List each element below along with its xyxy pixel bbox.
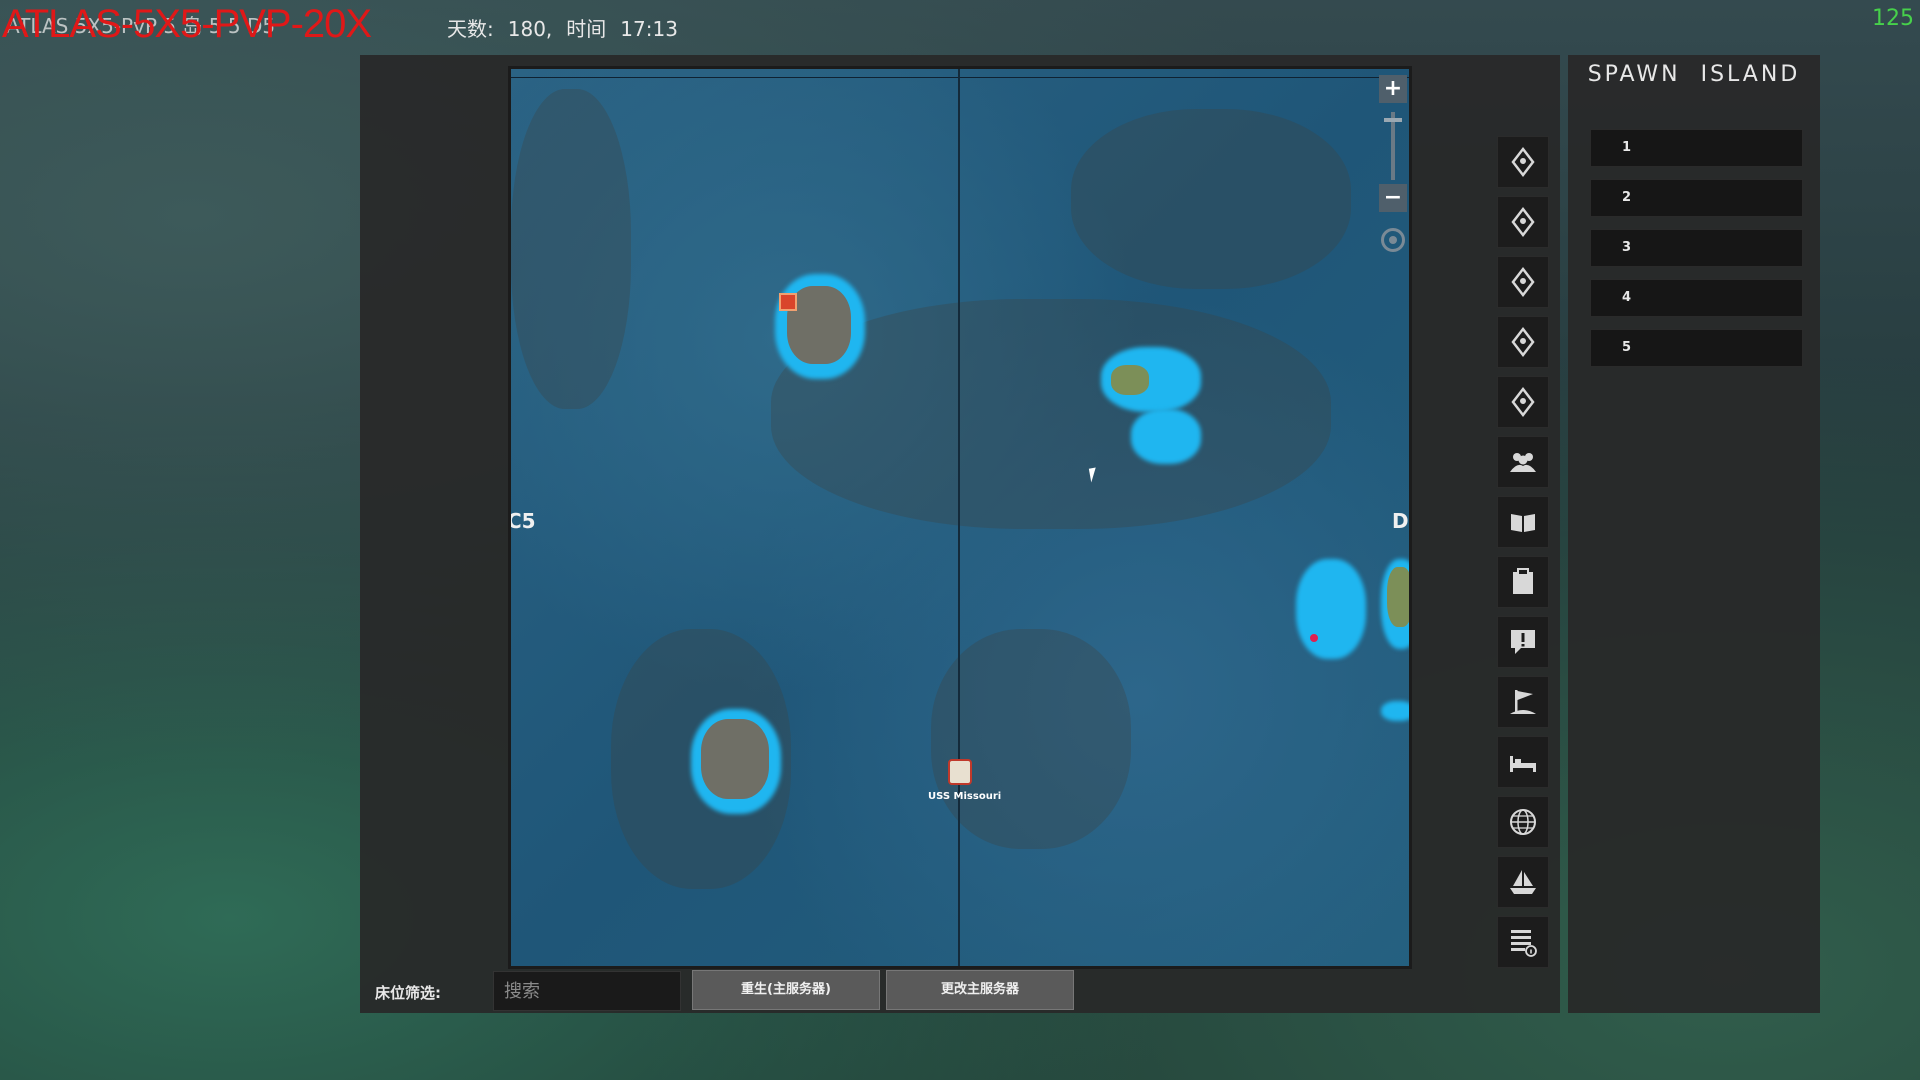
pin-icon	[1511, 326, 1535, 358]
company-button[interactable]	[1497, 436, 1549, 488]
island-land	[701, 719, 769, 799]
map-pin-button-3[interactable]	[1497, 256, 1549, 308]
spawn-island-item-3[interactable]: 3	[1590, 229, 1803, 267]
time-value: 17:13	[620, 17, 678, 41]
island-shallows	[1131, 409, 1201, 464]
grid-divider	[958, 69, 960, 966]
spawn-island-item-5[interactable]: 5	[1590, 329, 1803, 367]
ship-label: USS Missouri	[928, 791, 1002, 802]
island[interactable]	[1381, 559, 1409, 649]
spawn-island-item-1[interactable]: 1	[1590, 129, 1803, 167]
globe-icon	[1510, 809, 1536, 835]
island[interactable]	[1131, 409, 1201, 464]
ship-icon	[1510, 870, 1536, 894]
island[interactable]	[775, 274, 865, 379]
day-value: 180,	[507, 17, 553, 41]
company-icon	[1510, 453, 1536, 472]
alerts-button[interactable]	[1497, 616, 1549, 668]
map-pin-button-4[interactable]	[1497, 316, 1549, 368]
alert-icon	[1511, 630, 1535, 654]
world-button[interactable]	[1497, 796, 1549, 848]
island[interactable]	[1381, 701, 1409, 721]
pin-icon	[1511, 266, 1535, 298]
zoom-slider-handle[interactable]	[1384, 118, 1402, 122]
island-shallows	[1296, 559, 1366, 659]
grid-label-right: D.	[1392, 509, 1409, 533]
tasks-button[interactable]	[1497, 556, 1549, 608]
journal-button[interactable]	[1497, 496, 1549, 548]
seafloor-shadow	[931, 629, 1131, 849]
top-hud: ATLAS 5X5-PvP 5 岛 5 5 D5 ATLAS-5X5-PVP-2…	[0, 0, 1920, 48]
server-name: ATLAS-5X5-PVP-20X	[2, 2, 372, 46]
spawn-island-title: SPAWN ISLAND	[1587, 62, 1801, 87]
claim-flag-button[interactable]	[1497, 676, 1549, 728]
log-icon	[1511, 930, 1537, 957]
log-button[interactable]	[1497, 916, 1549, 968]
bed-marker[interactable]	[779, 293, 797, 311]
zoom-slider[interactable]	[1391, 112, 1395, 180]
zoom-out-button[interactable]: −	[1379, 184, 1407, 212]
change-home-server-button[interactable]: 更改主服务器	[886, 970, 1074, 1010]
pin-icon	[1511, 146, 1535, 178]
bed-filter-label: 床位筛选:	[375, 984, 441, 1002]
journal-icon	[1511, 514, 1535, 532]
time-label: 时间	[566, 17, 607, 41]
spawn-island-item-4[interactable]: 4	[1590, 279, 1803, 317]
island-land	[1387, 567, 1409, 627]
respawn-button[interactable]: 重生(主服务器)	[692, 970, 880, 1010]
fps-counter: 125	[1872, 6, 1914, 31]
map-pin-button-5[interactable]	[1497, 376, 1549, 428]
world-map[interactable]: C5 D. USS Missouri	[508, 66, 1412, 969]
island-shallows	[1381, 701, 1409, 721]
bed-search-input[interactable]	[493, 971, 681, 1011]
island[interactable]	[691, 709, 781, 814]
grid-label-left: C5	[508, 509, 536, 533]
map-pin-button-1[interactable]	[1497, 136, 1549, 188]
island[interactable]	[1101, 347, 1201, 412]
flag-icon	[1510, 690, 1536, 714]
pin-icon	[1511, 386, 1535, 418]
enemy-marker	[1310, 634, 1318, 642]
locate-icon[interactable]	[1381, 228, 1405, 252]
pin-icon	[1511, 206, 1535, 238]
island[interactable]	[1296, 559, 1366, 659]
spawn-island-item-2[interactable]: 2	[1590, 179, 1803, 217]
island-land	[1111, 365, 1149, 395]
ships-button[interactable]	[1497, 856, 1549, 908]
clipboard-icon	[1513, 568, 1533, 594]
seafloor-shadow	[511, 89, 631, 409]
day-time-readout: 天数: 180, 时间 17:13	[447, 13, 692, 42]
seafloor-shadow	[1071, 109, 1351, 289]
map-border-line	[511, 77, 1409, 78]
day-label: 天数:	[447, 17, 494, 41]
beds-button[interactable]	[1497, 736, 1549, 788]
ship-marker[interactable]	[948, 759, 972, 785]
bed-icon	[1510, 756, 1536, 772]
zoom-in-button[interactable]: +	[1379, 75, 1407, 103]
map-pin-button-2[interactable]	[1497, 196, 1549, 248]
